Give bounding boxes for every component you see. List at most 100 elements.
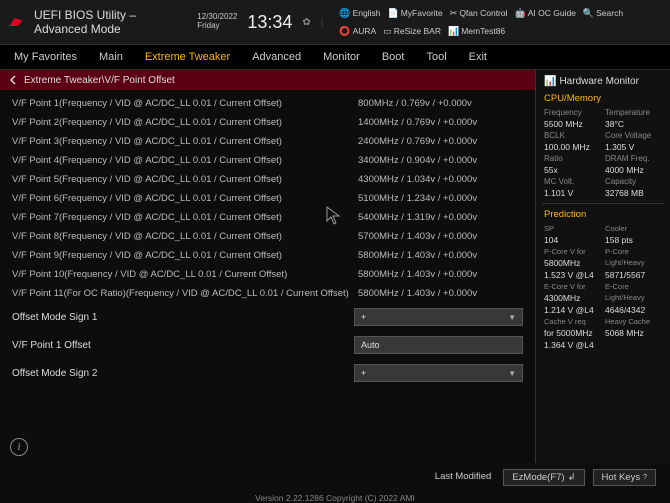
settings-list: V/F Point 1(Frequency / VID @ AC/DC_LL 0… (0, 90, 535, 465)
hw-cell: Ratio (544, 154, 601, 163)
quick-links: 🌐English 📄MyFavorite ✂Qfan Control 🤖AI OC G… (339, 8, 662, 37)
hardware-monitor-panel: 📊 Hardware Monitor CPU/Memory FrequencyT… (535, 70, 670, 465)
tab-exit[interactable]: Exit (465, 47, 491, 67)
row-label: V/F Point 11(For OC Ratio)(Frequency / V… (12, 288, 358, 299)
quick-resize-bar[interactable]: ▭ReSize BAR (383, 26, 441, 37)
last-modified-button[interactable]: Last Modified (431, 469, 496, 486)
form-row: Offset Mode Sign 2+▼ (10, 359, 525, 387)
main-panel: Extreme Tweaker\V/F Point Offset V/F Poi… (0, 70, 535, 465)
vf-point-row[interactable]: V/F Point 1(Frequency / VID @ AC/DC_LL 0… (10, 94, 525, 113)
row-label: V/F Point 10(Frequency / VID @ AC/DC_LL … (12, 269, 358, 280)
quick-myfavorite[interactable]: 📄MyFavorite (388, 8, 443, 19)
hw-cell: Frequency (544, 108, 601, 117)
form-field[interactable]: +▼ (354, 364, 523, 382)
pred-cell: Cooler (605, 224, 662, 233)
form-field[interactable]: +▼ (354, 308, 523, 326)
breadcrumb[interactable]: Extreme Tweaker\V/F Point Offset (0, 70, 535, 90)
row-value: 4300MHz / 1.034v / +0.000v (358, 174, 523, 185)
top-bar: UEFI BIOS Utility – Advanced Mode 12/30/… (0, 0, 670, 45)
tab-advanced[interactable]: Advanced (248, 47, 305, 67)
clock: 13:34 (247, 12, 292, 33)
vf-point-row[interactable]: V/F Point 9(Frequency / VID @ AC/DC_LL 0… (10, 246, 525, 265)
row-label: V/F Point 1(Frequency / VID @ AC/DC_LL 0… (12, 98, 358, 109)
form-field[interactable]: Auto (354, 336, 523, 354)
pred-cell: Heavy Cache (605, 317, 662, 326)
vf-point-row[interactable]: V/F Point 11(For OC Ratio)(Frequency / V… (10, 284, 525, 303)
hw-cell: 1.305 V (605, 142, 662, 152)
row-value: 5800MHz / 1.403v / +0.000v (358, 288, 523, 299)
quick-english[interactable]: 🌐English (339, 8, 380, 19)
vf-point-row[interactable]: V/F Point 5(Frequency / VID @ AC/DC_LL 0… (10, 170, 525, 189)
settings-icon[interactable]: ✿ (302, 17, 310, 28)
prediction-section: Prediction (544, 209, 662, 220)
row-label: V/F Point 4(Frequency / VID @ AC/DC_LL 0… (12, 155, 358, 166)
hw-cell: Capacity (605, 177, 662, 186)
footer: Last Modified EzMode(F7)↲ Hot Keys? Vers… (0, 463, 670, 503)
tab-my-favorites[interactable]: My Favorites (10, 47, 81, 67)
row-label: V/F Point 9(Frequency / VID @ AC/DC_LL 0… (12, 250, 358, 261)
quick-search[interactable]: 🔍Search (583, 8, 623, 19)
row-value: 5100MHz / 1.234v / +0.000v (358, 193, 523, 204)
pred-cell: E-Core V for (544, 282, 601, 291)
row-value: 2400MHz / 0.769v / +0.000v (358, 136, 523, 147)
bios-title: UEFI BIOS Utility – Advanced Mode (34, 8, 169, 36)
tab-monitor[interactable]: Monitor (319, 47, 364, 67)
vf-point-row[interactable]: V/F Point 10(Frequency / VID @ AC/DC_LL … (10, 265, 525, 284)
pred-cell: 5800MHz (544, 258, 601, 268)
hotkeys-button[interactable]: Hot Keys? (593, 469, 656, 486)
tab-main[interactable]: Main (95, 47, 127, 67)
day-text: Friday (197, 22, 237, 31)
hw-cell: BCLK (544, 131, 601, 140)
pred-cell: P-Core (605, 247, 662, 256)
vf-point-row[interactable]: V/F Point 2(Frequency / VID @ AC/DC_LL 0… (10, 113, 525, 132)
cpu-memory-section: CPU/Memory (544, 93, 662, 104)
info-icon[interactable]: i (10, 438, 28, 456)
nav-tabs: My Favorites Main Extreme Tweaker Advanced M… (0, 45, 670, 70)
hw-cell: DRAM Freq. (605, 154, 662, 163)
vf-point-row[interactable]: V/F Point 6(Frequency / VID @ AC/DC_LL 0… (10, 189, 525, 208)
hw-cell: MC Volt. (544, 177, 601, 186)
pred-cell: Light/Heavy (605, 258, 662, 268)
pred-cell: 1.523 V @L4 (544, 270, 601, 280)
back-icon[interactable] (8, 75, 18, 85)
row-label: V/F Point 5(Frequency / VID @ AC/DC_LL 0… (12, 174, 358, 185)
row-value: 5700MHz / 1.403v / +0.000v (358, 231, 523, 242)
hw-cell: 38°C (605, 119, 662, 129)
pred-cell: 5068 MHz (605, 328, 662, 338)
vf-point-row[interactable]: V/F Point 4(Frequency / VID @ AC/DC_LL 0… (10, 151, 525, 170)
hw-cell: 100.00 MHz (544, 142, 601, 152)
vf-point-row[interactable]: V/F Point 8(Frequency / VID @ AC/DC_LL 0… (10, 227, 525, 246)
pred-cell: SP (544, 224, 601, 233)
hw-cell: 4000 MHz (605, 165, 662, 175)
form-row: V/F Point 1 OffsetAuto (10, 331, 525, 359)
row-label: V/F Point 6(Frequency / VID @ AC/DC_LL 0… (12, 193, 358, 204)
quick-memtest86[interactable]: 📊MemTest86 (448, 26, 505, 37)
hw-cell: 55x (544, 165, 601, 175)
tab-extreme-tweaker[interactable]: Extreme Tweaker (141, 47, 234, 67)
tab-tool[interactable]: Tool (422, 47, 450, 67)
form-label: V/F Point 1 Offset (12, 340, 354, 351)
tab-boot[interactable]: Boot (378, 47, 409, 67)
quick-qfan-control[interactable]: ✂Qfan Control (450, 8, 508, 19)
rog-logo (8, 16, 24, 28)
hw-cell: Core Voltage (605, 131, 662, 140)
hw-cell: 5500 MHz (544, 119, 601, 129)
form-row: Offset Mode Sign 1+▼ (10, 303, 525, 331)
ezmode-button[interactable]: EzMode(F7)↲ (503, 469, 584, 486)
vf-point-row[interactable]: V/F Point 7(Frequency / VID @ AC/DC_LL 0… (10, 208, 525, 227)
pred-cell: 1.364 V @L4 (544, 340, 601, 350)
row-value: 5800MHz / 1.403v / +0.000v (358, 269, 523, 280)
pred-cell: Light/Heavy (605, 293, 662, 303)
quick-aura[interactable]: ⭕AURA (339, 26, 376, 37)
row-value: 1400MHz / 0.769v / +0.000v (358, 117, 523, 128)
hw-cell: 1.101 V (544, 188, 601, 198)
date-block: 12/30/2022 Friday (197, 13, 237, 31)
pred-cell: 5871/5567 (605, 270, 662, 280)
hw-cell: Temperature (605, 108, 662, 117)
pred-cell: 104 (544, 235, 601, 245)
pred-cell: for 5000MHz (544, 328, 601, 338)
quick-ai-oc-guide[interactable]: 🤖AI OC Guide (515, 8, 576, 19)
row-label: V/F Point 3(Frequency / VID @ AC/DC_LL 0… (12, 136, 358, 147)
vf-point-row[interactable]: V/F Point 3(Frequency / VID @ AC/DC_LL 0… (10, 132, 525, 151)
hw-cell: 32768 MB (605, 188, 662, 198)
